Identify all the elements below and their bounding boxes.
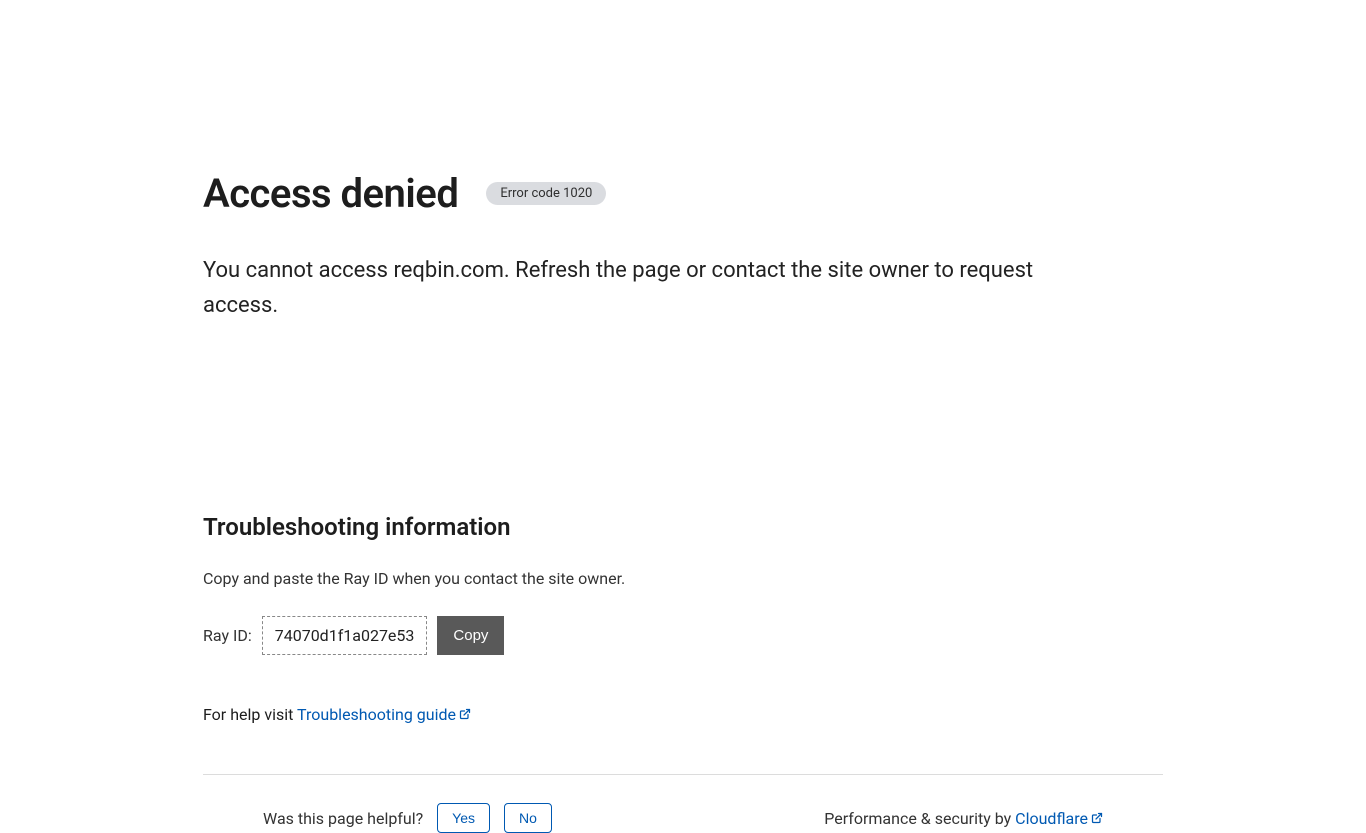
copy-button[interactable]: Copy xyxy=(437,616,504,655)
feedback-group: Was this page helpful? Yes No xyxy=(263,803,552,833)
ray-id-label: Ray ID: xyxy=(203,626,252,645)
troubleshooting-guide-link[interactable]: Troubleshooting guide xyxy=(297,705,471,724)
feedback-no-button[interactable]: No xyxy=(504,803,552,833)
performance-security-text: Performance & security by Cloudflare xyxy=(824,809,1103,828)
external-link-icon xyxy=(459,705,471,724)
feedback-question: Was this page helpful? xyxy=(263,809,423,828)
help-row: For help visit Troubleshooting guide xyxy=(203,705,1163,724)
feedback-yes-button[interactable]: Yes xyxy=(437,803,490,833)
footer-divider xyxy=(203,774,1163,775)
troubleshooting-heading: Troubleshooting information xyxy=(203,513,1163,541)
error-code-badge: Error code 1020 xyxy=(486,182,606,205)
ray-id-row: Ray ID: 74070d1f1a027e53 Copy xyxy=(203,616,1163,655)
header-row: Access denied Error code 1020 xyxy=(203,170,1163,217)
perf-prefix: Performance & security by xyxy=(824,809,1015,828)
footer: Was this page helpful? Yes No Performanc… xyxy=(203,803,1163,833)
copy-instruction: Copy and paste the Ray ID when you conta… xyxy=(203,569,1163,588)
cloudflare-link[interactable]: Cloudflare xyxy=(1015,809,1103,828)
page-title: Access denied xyxy=(203,170,458,217)
ray-id-value: 74070d1f1a027e53 xyxy=(262,616,428,655)
access-denied-message: You cannot access reqbin.com. Refresh th… xyxy=(203,253,1103,323)
help-prefix: For help visit xyxy=(203,705,297,724)
external-link-icon xyxy=(1091,809,1103,828)
